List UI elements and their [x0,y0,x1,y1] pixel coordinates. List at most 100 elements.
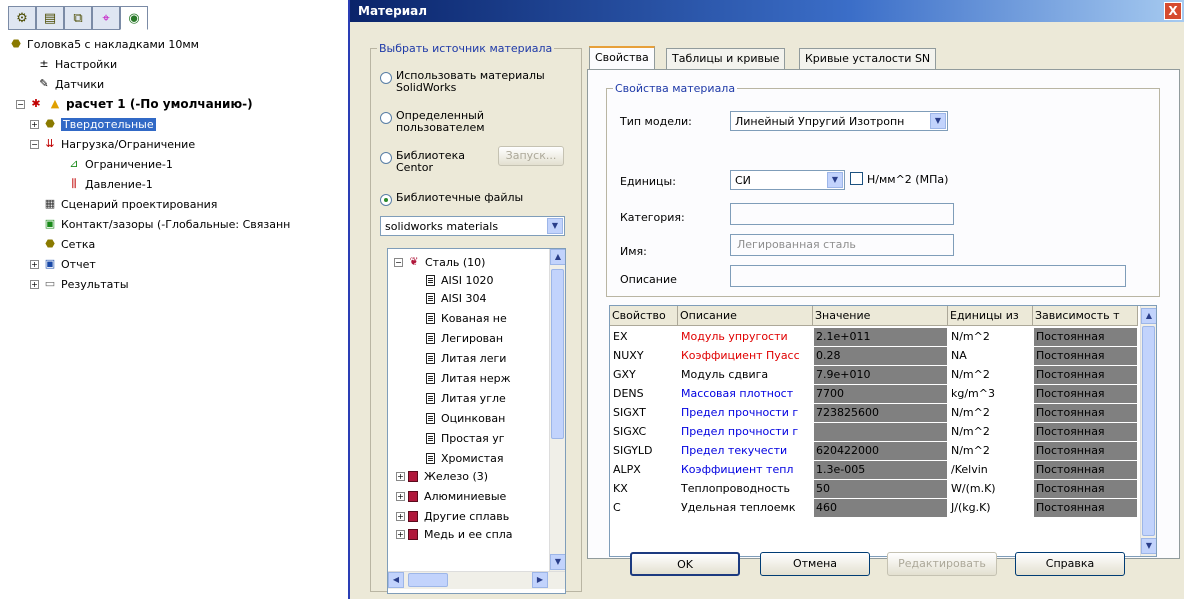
tab-properties[interactable]: Свойства [589,46,655,69]
expand-icon[interactable]: + [30,119,39,129]
lib-folder[interactable]: + Железо (3) [396,467,488,485]
cell-dependency[interactable]: Постоянная [1034,404,1137,422]
model-type-select[interactable]: Линейный Упругий Изотропн ▼ [730,111,948,131]
cell-value[interactable]: 723825600 [814,404,947,422]
lib-folder[interactable]: + Алюминиевые [396,487,506,505]
lib-material[interactable]: Оцинкован [426,409,505,427]
tree-item-pressure[interactable]: ⫼ Давление-1 [66,174,152,194]
col-header-dependency[interactable]: Зависимость т [1033,306,1138,326]
cell-description[interactable]: Массовая плотност [679,385,812,403]
scroll-thumb[interactable] [551,269,564,439]
cancel-button[interactable]: Отмена [760,552,870,576]
cell-description[interactable]: Предел прочности г [679,423,812,441]
cell-dependency[interactable]: Постоянная [1034,366,1137,384]
library-file-select[interactable]: solidworks materials ▼ [380,216,565,236]
lib-folder-steel[interactable]: − ❦ Сталь (10) [394,253,485,271]
units-select[interactable]: СИ ▼ [730,170,845,190]
lib-material[interactable]: AISI 304 [426,289,487,307]
col-header-units[interactable]: Единицы из [948,306,1033,326]
cell-property[interactable]: SIGYLD [611,442,677,460]
tree-item-results[interactable]: + ▭ Результаты [30,274,129,294]
col-header-description[interactable]: Описание [678,306,813,326]
lib-material[interactable]: Кованая не [426,309,507,327]
feature-manager-icon[interactable]: ⚙ [8,6,36,30]
lib-horizontal-scrollbar[interactable]: ◀ ▶ [388,571,565,589]
cell-description[interactable]: Модуль сдвига [679,366,812,384]
close-button[interactable]: X [1164,2,1182,20]
tree-item-report[interactable]: + ▣ Отчет [30,254,96,274]
cell-dependency[interactable]: Постоянная [1034,461,1137,479]
expand-icon[interactable]: + [396,471,405,481]
cell-units[interactable]: J/(kg.K) [949,499,1032,517]
cell-property[interactable]: GXY [611,366,677,384]
cell-units[interactable]: N/m^2 [949,328,1032,346]
tab-sn-curves[interactable]: Кривые усталости SN [799,48,937,69]
tree-item-restraint[interactable]: ⊿ Ограничение-1 [66,154,172,174]
cell-description[interactable]: Предел прочности г [679,404,812,422]
lib-material[interactable]: Хромистая [426,449,504,467]
cell-description[interactable]: Удельная теплоемк [679,499,812,517]
cell-description[interactable]: Коэффициент тепл [679,461,812,479]
radio-library-files[interactable]: Библиотечные файлы [380,192,523,206]
tree-item-scenario[interactable]: ▦ Сценарий проектирования [42,194,218,214]
edit-button[interactable]: Редактировать [887,552,997,576]
cell-property[interactable]: DENS [611,385,677,403]
radio-centor-library[interactable]: Библиотека Centor [380,150,465,174]
tree-item-study[interactable]: − ✱ ▲ расчет 1 (-По умолчанию-) [16,94,253,114]
tree-item-mesh[interactable]: ⬣ Сетка [42,234,95,254]
cell-value[interactable]: 2.1e+011 [814,328,947,346]
scroll-right-icon[interactable]: ▶ [532,572,548,588]
configuration-manager-icon[interactable]: ⧉ [64,6,92,30]
grid-vertical-scrollbar[interactable]: ▲ ▼ [1140,306,1156,556]
lib-folder[interactable]: + Медь и ее спла [396,525,513,543]
cell-units[interactable]: N/m^2 [949,423,1032,441]
mpa-checkbox[interactable] [850,172,863,185]
collapse-icon[interactable]: − [30,139,39,149]
cell-value[interactable] [814,423,947,441]
cell-description[interactable]: Предел текучести [679,442,812,460]
name-field[interactable]: Легированная сталь [730,234,954,256]
cell-units[interactable]: NA [949,347,1032,365]
cell-value[interactable]: 0.28 [814,347,947,365]
cell-units[interactable]: N/m^2 [949,366,1032,384]
lib-material[interactable]: Литая угле [426,389,506,407]
lib-vertical-scrollbar[interactable]: ▲ ▼ [549,249,565,571]
expand-icon[interactable]: + [396,511,405,521]
scroll-thumb[interactable] [408,573,448,587]
collapse-icon[interactable]: − [394,257,403,267]
launch-button[interactable]: Запуск... [498,146,564,166]
tree-item-settings[interactable]: ± Настройки [36,54,117,74]
col-header-property[interactable]: Свойство [610,306,678,326]
lib-material-selected[interactable]: Легирован [426,329,503,347]
radio-user-defined[interactable]: Определенный пользователем [380,110,485,134]
cell-property[interactable]: ALPX [611,461,677,479]
cell-property[interactable]: C [611,499,677,517]
scroll-down-icon[interactable]: ▼ [1141,538,1156,554]
radio-solidworks-materials[interactable]: Использовать материалы SolidWorks [380,70,545,94]
cell-dependency[interactable]: Постоянная [1034,347,1137,365]
tree-root[interactable]: ⬣ Головка5 с накладками 10мм [8,34,199,54]
simulation-icon[interactable]: ◉ [120,6,148,30]
property-manager-icon[interactable]: ▤ [36,6,64,30]
help-button[interactable]: Справка [1015,552,1125,576]
cell-units[interactable]: W/(m.K) [949,480,1032,498]
cell-value[interactable]: 50 [814,480,947,498]
cell-dependency[interactable]: Постоянная [1034,385,1137,403]
cell-description[interactable]: Коэффициент Пуасс [679,347,812,365]
tree-item-solids[interactable]: + ⬣ Твердотельные [30,114,156,134]
cell-dependency[interactable]: Постоянная [1034,328,1137,346]
expand-icon[interactable]: + [396,491,405,501]
cell-units[interactable]: N/m^2 [949,442,1032,460]
ok-button[interactable]: OK [630,552,740,576]
scroll-down-icon[interactable]: ▼ [550,554,565,570]
tree-item-sensors[interactable]: ✎ Датчики [36,74,104,94]
cell-value[interactable]: 1.3e-005 [814,461,947,479]
cell-value[interactable]: 620422000 [814,442,947,460]
tab-tables-curves[interactable]: Таблицы и кривые [666,48,786,69]
tree-item-contacts[interactable]: ▣ Контакт/зазоры (-Глобальные: Связанн [42,214,291,234]
lib-material[interactable]: AISI 1020 [426,271,494,289]
scroll-up-icon[interactable]: ▲ [1141,308,1156,324]
cell-property[interactable]: NUXY [611,347,677,365]
expand-icon[interactable]: + [30,259,39,269]
cell-value[interactable]: 7.9e+010 [814,366,947,384]
